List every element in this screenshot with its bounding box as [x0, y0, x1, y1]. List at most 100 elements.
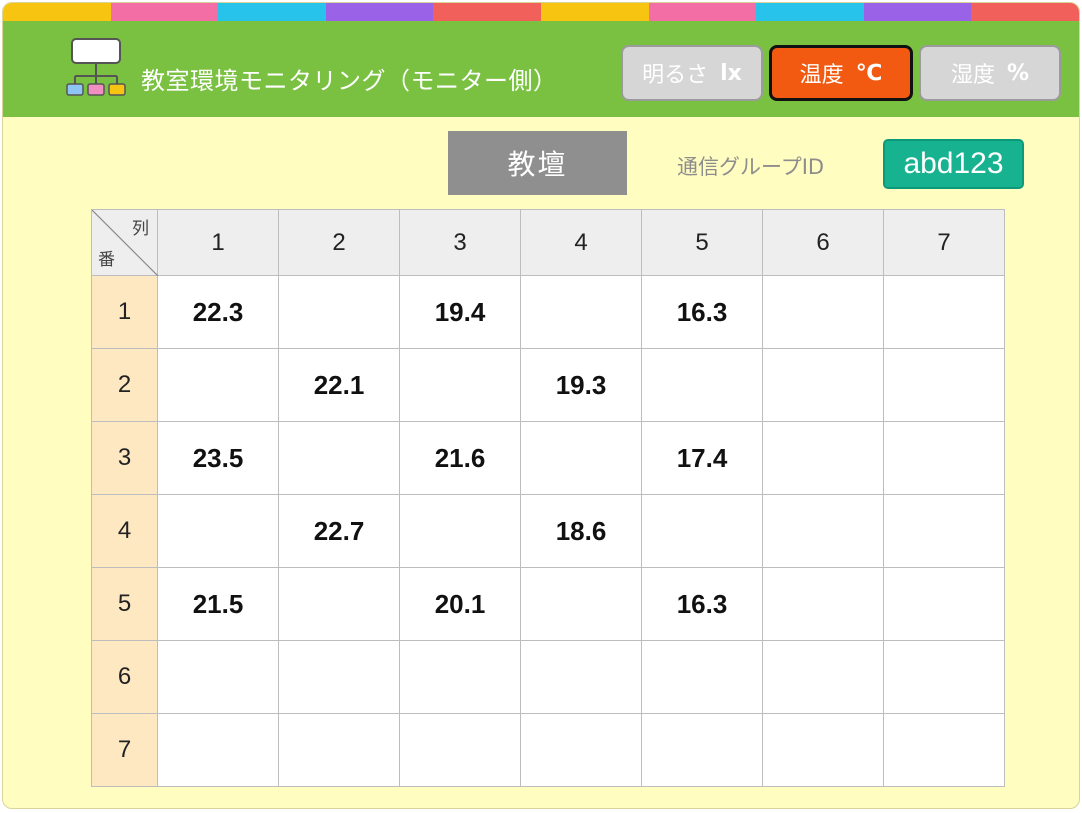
brightness-mode-button[interactable]: 明るさ lx — [621, 45, 763, 101]
brightness-unit: lx — [720, 60, 742, 86]
seat-cell[interactable] — [762, 348, 884, 422]
seat-cell[interactable]: 21.6 — [399, 421, 521, 495]
seat-cell[interactable] — [520, 640, 642, 714]
seat-cell[interactable] — [883, 640, 1005, 714]
seat-cell[interactable] — [883, 494, 1005, 568]
seat-cell[interactable]: 21.5 — [157, 567, 279, 641]
group-id-label: 通信グループID — [677, 155, 825, 179]
seat-cell[interactable]: 22.1 — [278, 348, 400, 422]
row-header: 7 — [91, 713, 158, 787]
row-header: 3 — [91, 421, 158, 495]
stripe-segment — [648, 3, 757, 21]
stripe-segment — [971, 3, 1079, 21]
column-header: 5 — [641, 209, 763, 276]
seat-cell[interactable] — [278, 713, 400, 787]
stripe-segment — [756, 3, 864, 21]
temperature-unit: ℃ — [855, 60, 883, 86]
humidity-mode-button[interactable]: 湿度 % — [919, 45, 1061, 101]
column-header: 4 — [520, 209, 642, 276]
seat-cell[interactable] — [883, 567, 1005, 641]
seat-cell[interactable] — [520, 567, 642, 641]
temperature-mode-button[interactable]: 温度 ℃ — [769, 45, 913, 101]
column-header: 6 — [762, 209, 884, 276]
column-header: 2 — [278, 209, 400, 276]
seat-cell[interactable] — [762, 494, 884, 568]
seat-cell[interactable] — [641, 640, 763, 714]
table-row: 7 — [91, 713, 1005, 787]
row-header: 1 — [91, 275, 158, 349]
stripe-segment — [110, 3, 219, 21]
table-row: 4 22.7 18.6 — [91, 494, 1005, 568]
table-row: 3 23.5 21.6 17.4 — [91, 421, 1005, 495]
seat-cell[interactable] — [520, 713, 642, 787]
seat-cell[interactable]: 18.6 — [520, 494, 642, 568]
seat-cell[interactable]: 19.4 — [399, 275, 521, 349]
seat-cell[interactable] — [157, 713, 279, 787]
seat-cell[interactable]: 16.3 — [641, 567, 763, 641]
stripe-segment — [218, 3, 326, 21]
stripe-segment — [433, 3, 541, 21]
seat-cell[interactable]: 19.3 — [520, 348, 642, 422]
column-header: 7 — [883, 209, 1005, 276]
table-row: 6 — [91, 640, 1005, 714]
row-header: 2 — [91, 348, 158, 422]
seat-cell[interactable] — [157, 640, 279, 714]
temperature-label: 温度 — [799, 63, 844, 88]
seat-cell[interactable] — [883, 713, 1005, 787]
seat-cell[interactable] — [278, 640, 400, 714]
column-header: 1 — [157, 209, 279, 276]
seat-cell[interactable]: 22.7 — [278, 494, 400, 568]
seat-cell[interactable] — [399, 713, 521, 787]
table-row: 5 21.5 20.1 16.3 — [91, 567, 1005, 641]
table-row: 2 22.1 19.3 — [91, 348, 1005, 422]
corner-column-label: 列 — [132, 219, 149, 239]
app-window: 教室環境モニタリング（モニター側） 明るさ lx 温度 ℃ 湿度 % 教壇 通信… — [2, 2, 1080, 809]
seat-cell[interactable] — [883, 348, 1005, 422]
seat-cell[interactable] — [762, 713, 884, 787]
seat-cell[interactable] — [278, 275, 400, 349]
seat-cell[interactable]: 20.1 — [399, 567, 521, 641]
humidity-label: 湿度 — [950, 63, 995, 88]
row-header: 5 — [91, 567, 158, 641]
seat-cell[interactable] — [762, 640, 884, 714]
row-header: 6 — [91, 640, 158, 714]
seat-cell[interactable] — [883, 275, 1005, 349]
seat-cell[interactable] — [762, 567, 884, 641]
brightness-label: 明るさ — [642, 63, 709, 88]
column-header: 3 — [399, 209, 521, 276]
seat-cell[interactable] — [641, 348, 763, 422]
stripe-segment — [540, 3, 649, 21]
seat-cell[interactable] — [520, 421, 642, 495]
seat-cell[interactable] — [399, 348, 521, 422]
stripe-segment — [325, 3, 434, 21]
seat-cell[interactable] — [883, 421, 1005, 495]
row-header: 4 — [91, 494, 158, 568]
lectern-label: 教壇 — [448, 131, 627, 195]
app-title: 教室環境モニタリング（モニター側） — [141, 67, 558, 95]
grid-corner: 列 番 — [91, 209, 158, 276]
seat-cell[interactable]: 17.4 — [641, 421, 763, 495]
seat-cell[interactable] — [641, 713, 763, 787]
corner-row-label: 番 — [98, 250, 115, 270]
seat-cell[interactable]: 23.5 — [157, 421, 279, 495]
seat-cell[interactable]: 16.3 — [641, 275, 763, 349]
stripe-segment — [863, 3, 972, 21]
header-bar: 教室環境モニタリング（モニター側） 明るさ lx 温度 ℃ 湿度 % — [3, 21, 1079, 117]
seat-cell[interactable] — [399, 640, 521, 714]
seat-cell[interactable] — [157, 348, 279, 422]
stripe-segment — [3, 3, 111, 21]
humidity-unit: % — [1006, 60, 1030, 86]
seat-cell[interactable] — [278, 567, 400, 641]
table-row: 1 22.3 19.4 16.3 — [91, 275, 1005, 349]
seat-cell[interactable]: 22.3 — [157, 275, 279, 349]
color-stripe — [3, 3, 1079, 21]
seat-cell[interactable] — [641, 494, 763, 568]
seat-cell[interactable] — [762, 275, 884, 349]
seat-cell[interactable] — [520, 275, 642, 349]
network-tree-icon — [66, 38, 126, 96]
seat-cell[interactable] — [278, 421, 400, 495]
seat-cell[interactable] — [399, 494, 521, 568]
seat-cell[interactable] — [762, 421, 884, 495]
seat-cell[interactable] — [157, 494, 279, 568]
group-id-value[interactable]: abd123 — [883, 139, 1024, 189]
